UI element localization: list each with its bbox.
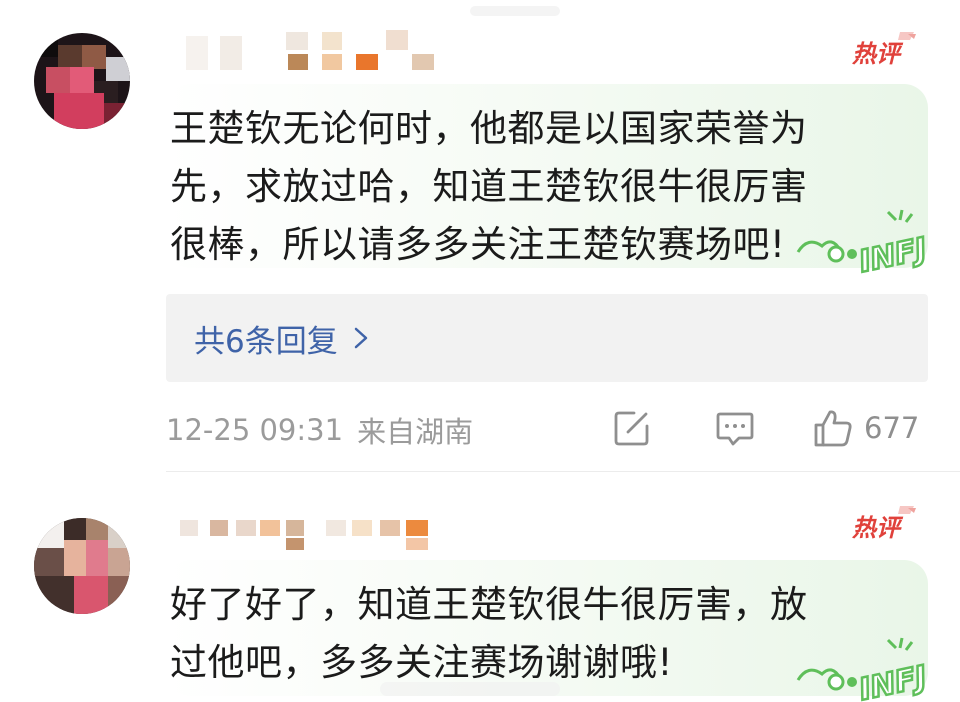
comment-bubble: 好了好了，知道王楚钦很牛很厉害，放过他吧，多多关注赛场谢谢哦! INFJ	[166, 560, 931, 702]
avatar-mosaic	[34, 548, 64, 576]
mosaic-block	[406, 538, 428, 550]
comment-divider	[166, 471, 960, 472]
comment-card: 热评 王楚钦无论何时，他都是以国家荣誉为先，求放过哈，知道王楚钦很牛很厉害很棒，…	[0, 0, 960, 472]
infj-sticker-label: INFJ	[856, 231, 930, 274]
infj-sticker-icon: INFJ	[796, 637, 931, 702]
mosaic-block	[210, 520, 228, 536]
hot-comment-badge: 热评	[851, 32, 916, 68]
hot-badge-label: 热评	[851, 514, 904, 542]
mosaic-block	[326, 520, 346, 536]
mosaic-block	[220, 36, 242, 70]
infj-sticker-icon: INFJ	[796, 209, 931, 274]
mosaic-block	[286, 520, 304, 536]
avatar-mosaic	[104, 103, 130, 129]
avatar-mosaic	[106, 57, 130, 81]
avatar-mosaic	[86, 540, 108, 576]
replies-label: 共6条回复	[194, 323, 338, 360]
mosaic-block	[406, 520, 428, 536]
avatar[interactable]	[34, 518, 130, 614]
mosaic-block	[386, 30, 408, 50]
avatar-mosaic	[70, 67, 94, 93]
mosaic-block	[286, 538, 304, 550]
avatar-mosaic	[64, 540, 86, 576]
comment-button[interactable]	[714, 408, 756, 448]
comment-card: 热评 好了好了，知道王楚钦很牛很厉害，放过他吧，多多关注赛场谢谢哦! INFJ	[0, 490, 960, 702]
username-censored[interactable]	[176, 30, 446, 70]
avatar-mosaic	[34, 518, 64, 548]
avatar-mosaic	[86, 518, 108, 540]
comment-text: 好了好了，知道王楚钦很牛很厉害，放过他吧，多多关注赛场谢谢哦!	[170, 583, 808, 684]
bottom-edge-fragment	[380, 682, 560, 696]
like-button[interactable]: 677	[812, 408, 919, 448]
avatar-mosaic	[82, 45, 106, 69]
avatar-mosaic	[58, 45, 82, 69]
comment-text: 王楚钦无论何时，他都是以国家荣誉为先，求放过哈，知道王楚钦很牛很厉害很棒，所以请…	[170, 107, 808, 266]
avatar-mosaic	[108, 518, 130, 548]
mosaic-block	[380, 520, 400, 536]
username-censored[interactable]	[176, 514, 446, 550]
avatar-mosaic	[34, 33, 58, 57]
comment-meta: 12-25 09:31 来自湖南 677	[166, 404, 928, 456]
mosaic-block	[286, 32, 308, 50]
chevron-right-icon	[354, 327, 367, 349]
hot-comment-badge: 热评	[851, 506, 916, 542]
comment-icon	[716, 412, 754, 446]
avatar-mosaic	[54, 93, 104, 129]
mosaic-block	[186, 36, 208, 70]
mosaic-block	[260, 520, 280, 536]
avatar-mosaic	[108, 576, 130, 614]
view-replies-button[interactable]: 共6条回复	[166, 294, 928, 382]
mosaic-block	[236, 520, 256, 536]
avatar-mosaic	[34, 576, 74, 614]
location: 来自湖南	[357, 415, 474, 449]
avatar-mosaic	[74, 576, 108, 614]
share-button[interactable]	[612, 408, 652, 448]
share-edit-icon	[614, 411, 649, 446]
mosaic-block	[322, 54, 342, 70]
mosaic-block	[352, 520, 372, 536]
mosaic-block	[180, 520, 198, 536]
timestamp: 12-25 09:31	[166, 413, 344, 447]
avatar-mosaic	[46, 67, 70, 93]
mosaic-block	[412, 54, 434, 70]
mosaic-block	[356, 54, 378, 70]
like-count: 677	[864, 411, 920, 445]
mosaic-block	[288, 54, 308, 70]
avatar[interactable]	[34, 33, 130, 129]
thumbs-up-icon	[814, 410, 852, 447]
avatar-mosaic	[64, 518, 86, 540]
avatar-mosaic	[108, 548, 130, 576]
mosaic-block	[322, 32, 342, 50]
comment-bubble: 王楚钦无论何时，他都是以国家荣誉为先，求放过哈，知道王楚钦很牛很厉害很棒，所以请…	[166, 84, 931, 274]
hot-badge-label: 热评	[851, 40, 904, 68]
